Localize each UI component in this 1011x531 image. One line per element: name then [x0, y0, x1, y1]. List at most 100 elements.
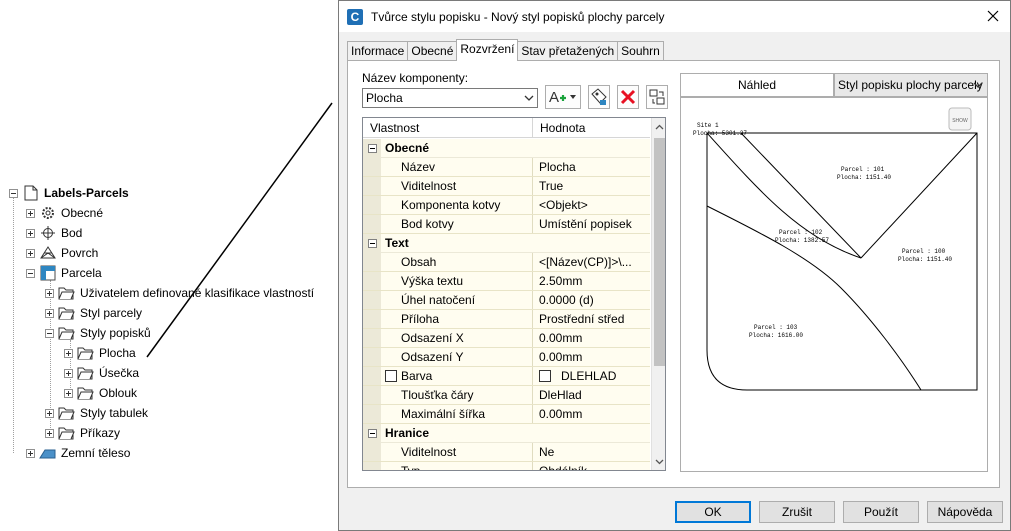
property-row[interactable]: Úhel natočení 0.0000 (d) [363, 291, 650, 310]
property-row[interactable]: Komponenta kotvy <Objekt> [363, 196, 650, 215]
collapse-icon[interactable] [367, 143, 377, 153]
property-row[interactable]: Maximální šířka 0.00mm [363, 405, 650, 424]
color-checkbox[interactable] [385, 370, 397, 382]
component-name-select[interactable]: Plocha [362, 88, 538, 108]
tree-item-prikazy[interactable]: Příkazy [45, 423, 120, 443]
tree-item-plocha[interactable]: Plocha [64, 343, 136, 363]
expand-icon[interactable] [26, 228, 35, 238]
property-value[interactable]: 2.50mm [533, 272, 650, 290]
property-value[interactable]: Obdélník [533, 462, 650, 470]
scrollbar-thumb[interactable] [654, 138, 665, 366]
tree-item-zemni-teleso[interactable]: Zemní těleso [26, 443, 130, 463]
parcel-area-text: Plocha: 1382.57 [775, 237, 829, 244]
property-value[interactable]: Umístění popisek [533, 215, 650, 233]
property-name: Příloha [381, 310, 533, 328]
column-header-property[interactable]: Vlastnost [363, 118, 533, 138]
property-row[interactable]: Tloušťka čáry DleHlad [363, 386, 650, 405]
property-value[interactable]: DLEHLAD [533, 367, 650, 385]
tree-item-obecne[interactable]: Obecné [26, 203, 103, 223]
expand-icon[interactable] [45, 408, 54, 418]
preview-style-value: Styl popisku plochy parcely [838, 78, 983, 92]
tab-informace[interactable]: Informace [347, 41, 409, 60]
property-value[interactable]: True [533, 177, 650, 195]
expand-icon[interactable] [45, 288, 54, 298]
expand-icon[interactable] [64, 368, 73, 378]
property-row[interactable]: Viditelnost True [363, 177, 650, 196]
property-row[interactable]: Název Plocha [363, 158, 650, 177]
tree-item-udk[interactable]: Uživatelem definované klasifikace vlastn… [45, 283, 314, 303]
copy-component-button[interactable] [588, 85, 610, 109]
tree-item-oblouk[interactable]: Oblouk [64, 383, 137, 403]
tree-item-label: Styly popisků [80, 326, 151, 340]
close-button[interactable] [984, 7, 1002, 25]
tree-root[interactable]: Labels-Parcels [9, 183, 129, 203]
property-value[interactable]: Plocha [533, 158, 650, 176]
preview-canvas[interactable]: Site 1 Plocha: 5301.37 Parcel : 101 Ploc… [680, 97, 988, 472]
property-row[interactable]: Odsazení X 0.00mm [363, 329, 650, 348]
scroll-up-icon[interactable] [652, 119, 665, 134]
category-row[interactable]: Obecné [363, 139, 650, 158]
expand-icon[interactable] [45, 428, 54, 438]
expand-icon[interactable] [64, 348, 73, 358]
help-button[interactable]: Nápověda [927, 501, 1003, 523]
expand-icon[interactable] [45, 308, 54, 318]
expand-icon[interactable] [26, 248, 35, 258]
property-row[interactable]: Příloha Prostřední střed [363, 310, 650, 329]
apply-button[interactable]: Použít [843, 501, 919, 523]
folder-icon [58, 405, 75, 421]
tree-item-styly-popisku[interactable]: Styly popisků [45, 323, 151, 343]
tree-item-styly-tabulek[interactable]: Styly tabulek [45, 403, 148, 423]
category-row[interactable]: Text [363, 234, 650, 253]
property-row[interactable]: Odsazení Y 0.00mm [363, 348, 650, 367]
add-component-button[interactable]: A [545, 85, 581, 109]
property-value[interactable]: <[Název(CP)]>\... [533, 253, 650, 271]
property-name: Název [381, 158, 533, 176]
tree-item-parcela[interactable]: Parcela [26, 263, 102, 283]
preview-style-select[interactable]: Styl popisku plochy parcely [834, 73, 988, 97]
tree-item-label: Styly tabulek [80, 406, 149, 420]
tree-item-bod[interactable]: Bod [26, 223, 82, 243]
collapse-icon[interactable] [45, 328, 54, 338]
property-row[interactable]: Barva DLEHLAD [363, 367, 650, 386]
component-draw-order-button[interactable] [646, 85, 668, 109]
column-header-value[interactable]: Hodnota [533, 118, 650, 138]
scroll-down-icon[interactable] [652, 454, 665, 469]
category-row[interactable]: Hranice [363, 424, 650, 443]
property-value[interactable]: <Objekt> [533, 196, 650, 214]
property-value[interactable]: Prostřední střed [533, 310, 650, 328]
collapse-icon[interactable] [367, 428, 377, 438]
property-row[interactable]: Typ Obdélník [363, 462, 650, 470]
collapse-icon[interactable] [26, 268, 35, 278]
parcel-name-text: Parcel : 100 [902, 248, 946, 255]
ok-button[interactable]: OK [675, 501, 751, 523]
tab-stav-pretazenych[interactable]: Stav přetažených [517, 41, 619, 60]
collapse-icon[interactable] [367, 238, 377, 248]
property-value[interactable]: 0.0000 (d) [533, 291, 650, 309]
property-value[interactable]: DleHlad [533, 386, 650, 404]
property-value[interactable]: 0.00mm [533, 329, 650, 347]
property-row[interactable]: Obsah <[Název(CP)]>\... [363, 253, 650, 272]
collapse-icon[interactable] [9, 188, 18, 198]
property-name: Úhel natočení [381, 291, 533, 309]
property-row[interactable]: Bod kotvy Umístění popisek [363, 215, 650, 234]
title-bar[interactable]: C Tvůrce stylu popisku - Nový styl popis… [339, 1, 1010, 32]
property-value[interactable]: Ne [533, 443, 650, 461]
tree-item-povrch[interactable]: Povrch [26, 243, 98, 263]
delete-component-button[interactable] [617, 85, 639, 109]
tab-obecne[interactable]: Obecné [407, 41, 458, 60]
show-badge[interactable]: SHOW [948, 107, 972, 131]
tab-souhrn[interactable]: Souhrn [617, 41, 664, 60]
property-value[interactable]: 0.00mm [533, 348, 650, 366]
expand-icon[interactable] [64, 388, 73, 398]
tree-item-usecka[interactable]: Úsečka [64, 363, 139, 383]
cancel-button[interactable]: Zrušit [759, 501, 835, 523]
expand-icon[interactable] [26, 208, 35, 218]
tree-item-styl-parcely[interactable]: Styl parcely [45, 303, 142, 323]
expand-icon[interactable] [26, 448, 35, 458]
tab-rozvrzeni[interactable]: Rozvržení [456, 39, 519, 61]
parcel-line-c [860, 132, 978, 259]
property-value[interactable]: 0.00mm [533, 405, 650, 423]
property-row[interactable]: Výška textu 2.50mm [363, 272, 650, 291]
property-grid-scrollbar[interactable] [651, 118, 665, 470]
property-row[interactable]: Viditelnost Ne [363, 443, 650, 462]
